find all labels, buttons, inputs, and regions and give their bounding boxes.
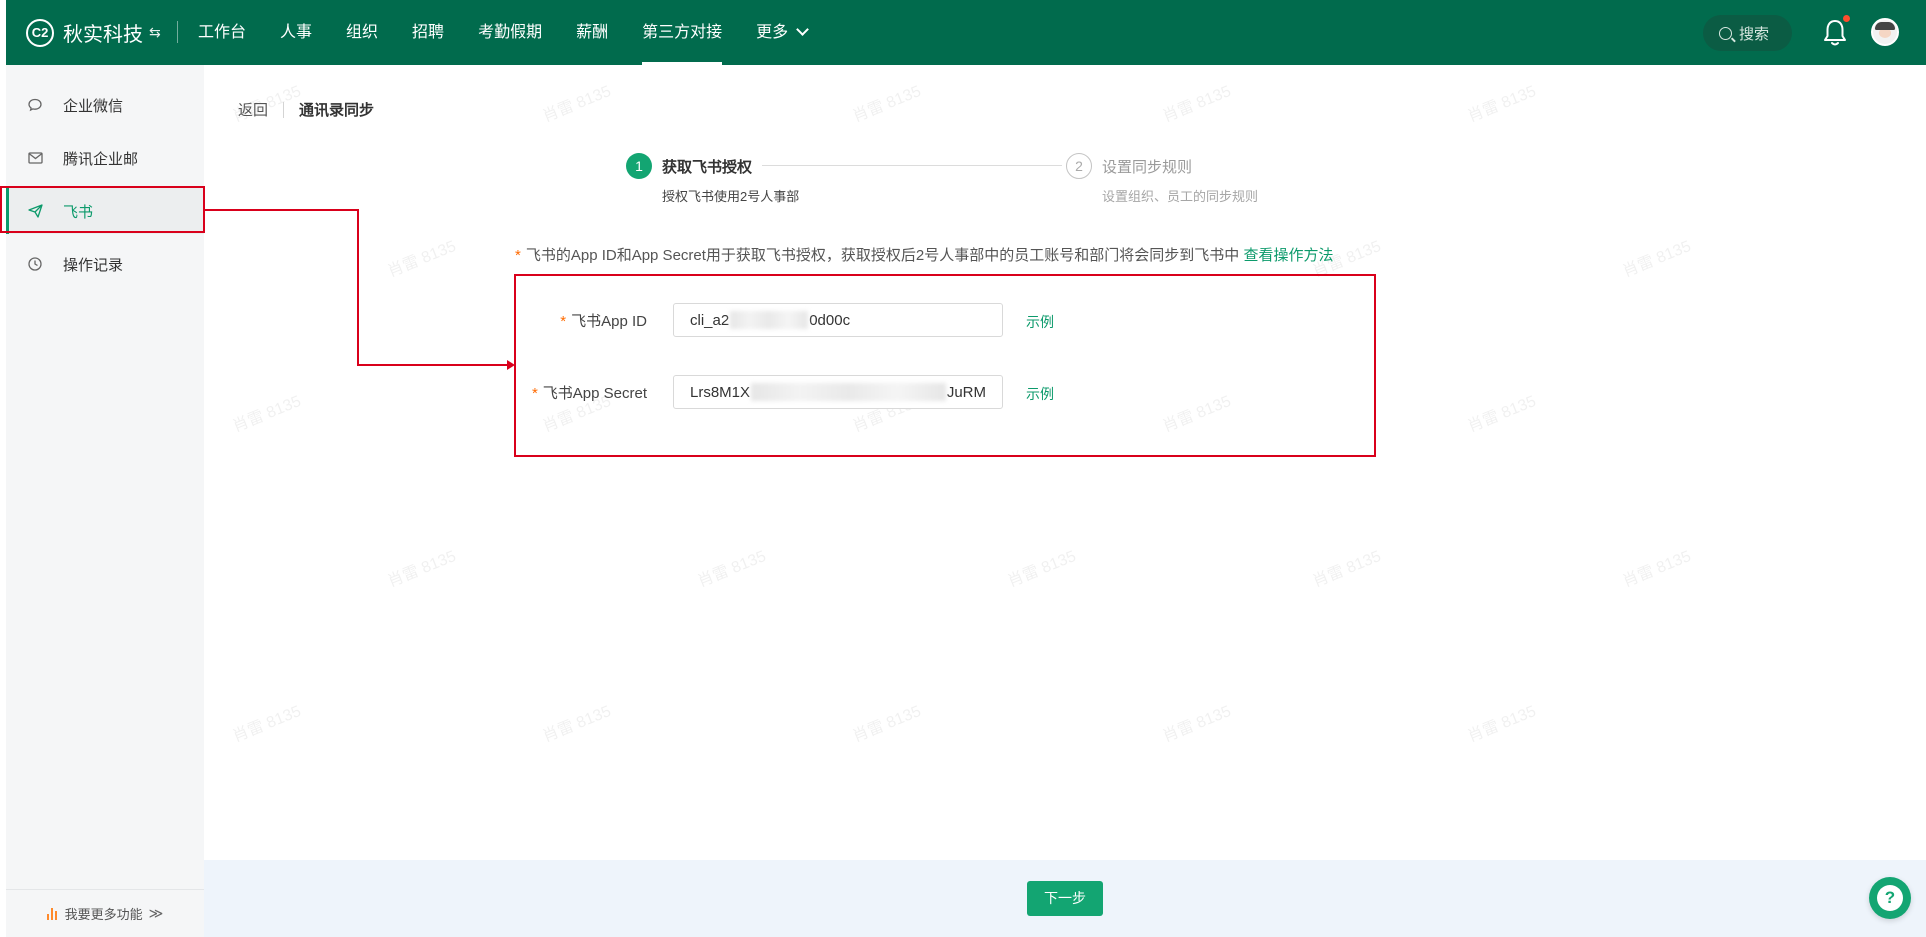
notice-text: 飞书的App ID和App Secret用于获取飞书授权，获取授权后2号人事部中… — [525, 247, 1240, 264]
more-features-link[interactable]: 我要更多功能 ≫ — [6, 889, 204, 937]
top-bar: C2 秋实科技 ⇆ 工作台 人事 组织 招聘 考勤假期 薪酬 第三方对接 更多 — [6, 0, 1926, 65]
step-2-desc: 设置组织、员工的同步规则 — [1102, 189, 1259, 204]
wecom-icon — [27, 97, 43, 113]
search-button[interactable]: 搜索 — [1703, 15, 1792, 51]
breadcrumb-divider — [283, 101, 285, 118]
step-2-title: 设置同步规则 — [1102, 159, 1193, 176]
search-icon — [1719, 26, 1732, 40]
step-2-number: 2 — [1066, 153, 1092, 179]
sidebar-item-tencent-mail[interactable]: 腾讯企业邮 — [6, 135, 204, 181]
top-divider — [177, 21, 178, 43]
watermark: 肖雷 8135 — [1465, 82, 1539, 126]
watermark: 肖雷 8135 — [1160, 702, 1234, 746]
sidebar-item-label: 操作记录 — [63, 256, 124, 274]
nav-workbench[interactable]: 工作台 — [198, 0, 246, 65]
watermark: 肖雷 8135 — [695, 547, 769, 591]
chevron-down-icon — [796, 23, 809, 36]
page-title: 通讯录同步 — [299, 102, 375, 119]
annotation-connector — [357, 209, 359, 366]
sidebar-item-label: 腾讯企业邮 — [63, 150, 139, 168]
watermark: 肖雷 8135 — [1160, 82, 1234, 126]
bar-chart-icon — [46, 907, 57, 920]
watermark: 肖雷 8135 — [230, 392, 304, 436]
nav-third-party[interactable]: 第三方对接 — [642, 0, 723, 65]
brand-name: 秋实科技 — [63, 24, 143, 46]
watermark: 肖雷 8135 — [1465, 392, 1539, 436]
watermark: 肖雷 8135 — [1620, 547, 1694, 591]
breadcrumb: 返回 通讯录同步 — [238, 99, 374, 120]
next-step-button[interactable]: 下一步 — [1027, 881, 1103, 916]
watermark: 肖雷 8135 — [385, 237, 459, 281]
avatar[interactable] — [1871, 18, 1899, 46]
watermark: 肖雷 8135 — [850, 702, 924, 746]
watermark: 肖雷 8135 — [1465, 702, 1539, 746]
sidebar-item-wecom[interactable]: 企业微信 — [6, 82, 204, 128]
mail-icon — [27, 150, 43, 166]
nav-salary[interactable]: 薪酬 — [576, 0, 608, 65]
nav-hr[interactable]: 人事 — [280, 0, 312, 65]
search-label: 搜索 — [1739, 25, 1770, 43]
step-1-number: 1 — [626, 153, 652, 179]
clock-icon — [27, 256, 43, 272]
double-chevron-right-icon: ≫ — [148, 905, 164, 921]
required-mark: * — [515, 247, 521, 264]
switch-company-icon[interactable]: ⇆ — [149, 24, 161, 41]
annotation-connector — [357, 364, 509, 366]
nav-attendance[interactable]: 考勤假期 — [478, 0, 542, 65]
nav-org[interactable]: 组织 — [346, 0, 378, 65]
watermark: 肖雷 8135 — [385, 547, 459, 591]
nav-more-label: 更多 — [756, 24, 789, 41]
watermark: 肖雷 8135 — [850, 82, 924, 126]
watermark: 肖雷 8135 — [1005, 547, 1079, 591]
annotation-connector — [205, 209, 357, 211]
more-features-label: 我要更多功能 — [64, 907, 143, 922]
step-connector — [762, 165, 1062, 166]
nav-more[interactable]: 更多 — [756, 0, 809, 65]
back-link[interactable]: 返回 — [238, 99, 268, 120]
nav-recruit[interactable]: 招聘 — [412, 0, 444, 65]
annotation-box-sidebar — [0, 186, 205, 233]
sidebar-item-operation-log[interactable]: 操作记录 — [6, 241, 204, 287]
brand[interactable]: C2 秋实科技 ⇆ — [26, 18, 161, 47]
watermark: 肖雷 8135 — [1620, 237, 1694, 281]
watermark: 肖雷 8135 — [230, 702, 304, 746]
auth-notice: * 飞书的App ID和App Secret用于获取飞书授权，获取授权后2号人事部… — [515, 244, 1333, 265]
view-instructions-link[interactable]: 查看操作方法 — [1243, 247, 1333, 264]
brand-logo: C2 — [26, 18, 54, 47]
top-nav: 工作台 人事 组织 招聘 考勤假期 薪酬 第三方对接 更多 — [198, 0, 841, 65]
sidebar-item-label: 企业微信 — [63, 97, 124, 115]
step-1-title: 获取飞书授权 — [662, 159, 753, 176]
help-button[interactable]: ? — [1869, 877, 1911, 919]
notification-badge — [1842, 14, 1851, 23]
watermark: 肖雷 8135 — [540, 82, 614, 126]
step-1-desc: 授权飞书使用2号人事部 — [662, 189, 800, 204]
annotation-box-form — [514, 274, 1376, 457]
question-icon: ? — [1877, 885, 1903, 911]
watermark: 肖雷 8135 — [540, 702, 614, 746]
watermark: 肖雷 8135 — [1310, 547, 1384, 591]
